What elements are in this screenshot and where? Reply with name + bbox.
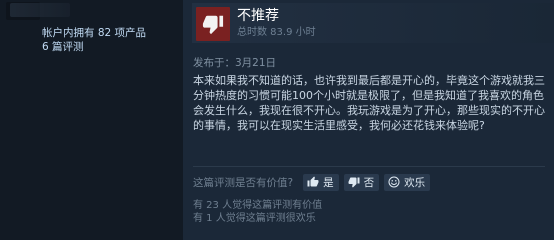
verdict-title: 不推荐 — [237, 8, 279, 24]
posted-date: 发布于：3月21日 — [193, 57, 277, 69]
smiley-icon — [388, 176, 400, 188]
author-stats[interactable]: 帐户内拥有 82 项产品 6 篇评测 — [42, 26, 146, 54]
vote-funny-label: 欢乐 — [404, 176, 426, 189]
vote-counts: 有 23 人觉得这篇评测有价值 有 1 人觉得这篇评测很欢乐 — [193, 199, 322, 225]
thumbs-down-icon — [348, 177, 360, 188]
vote-funny-button[interactable]: 欢乐 — [384, 173, 431, 191]
vote-yes-button[interactable]: 是 — [303, 173, 339, 191]
owned-products-link[interactable]: 帐户内拥有 82 项产品 — [42, 26, 146, 40]
review-header[interactable]: 不推荐 总时数 83.9 小时 — [192, 3, 554, 43]
helpful-count: 有 23 人觉得这篇评测有价值 — [193, 200, 323, 211]
author-panel: 帐户内拥有 82 项产品 6 篇评测 — [0, 0, 183, 240]
divider — [193, 166, 545, 167]
helpful-question: 这篇评测是否有价值? — [193, 176, 294, 189]
vote-no-button[interactable]: 否 — [343, 173, 380, 191]
review-panel: 不推荐 总时数 83.9 小时 发布于：3月21日 本来如果我不知道的话，也许我… — [183, 0, 554, 240]
review-count-link[interactable]: 6 篇评测 — [42, 40, 146, 54]
vote-yes-label: 是 — [323, 176, 334, 189]
thumbs-up-icon — [307, 176, 319, 187]
review-body: 本来如果我不知道的话，也许我到最后都是开心的，毕竟这个游戏就我三分钟热度的习惯可… — [193, 74, 545, 132]
thumbs-down-badge — [196, 7, 230, 41]
hours-played: 总时数 83.9 小时 — [237, 27, 316, 38]
helpful-controls: 这篇评测是否有价值? 是 否 欢乐 — [193, 172, 435, 192]
vote-no-label: 否 — [363, 176, 375, 189]
thumbs-down-icon — [202, 15, 224, 35]
funny-count: 有 1 人觉得这篇评测很欢乐 — [193, 213, 316, 224]
author-name-blurred — [10, 3, 70, 17]
